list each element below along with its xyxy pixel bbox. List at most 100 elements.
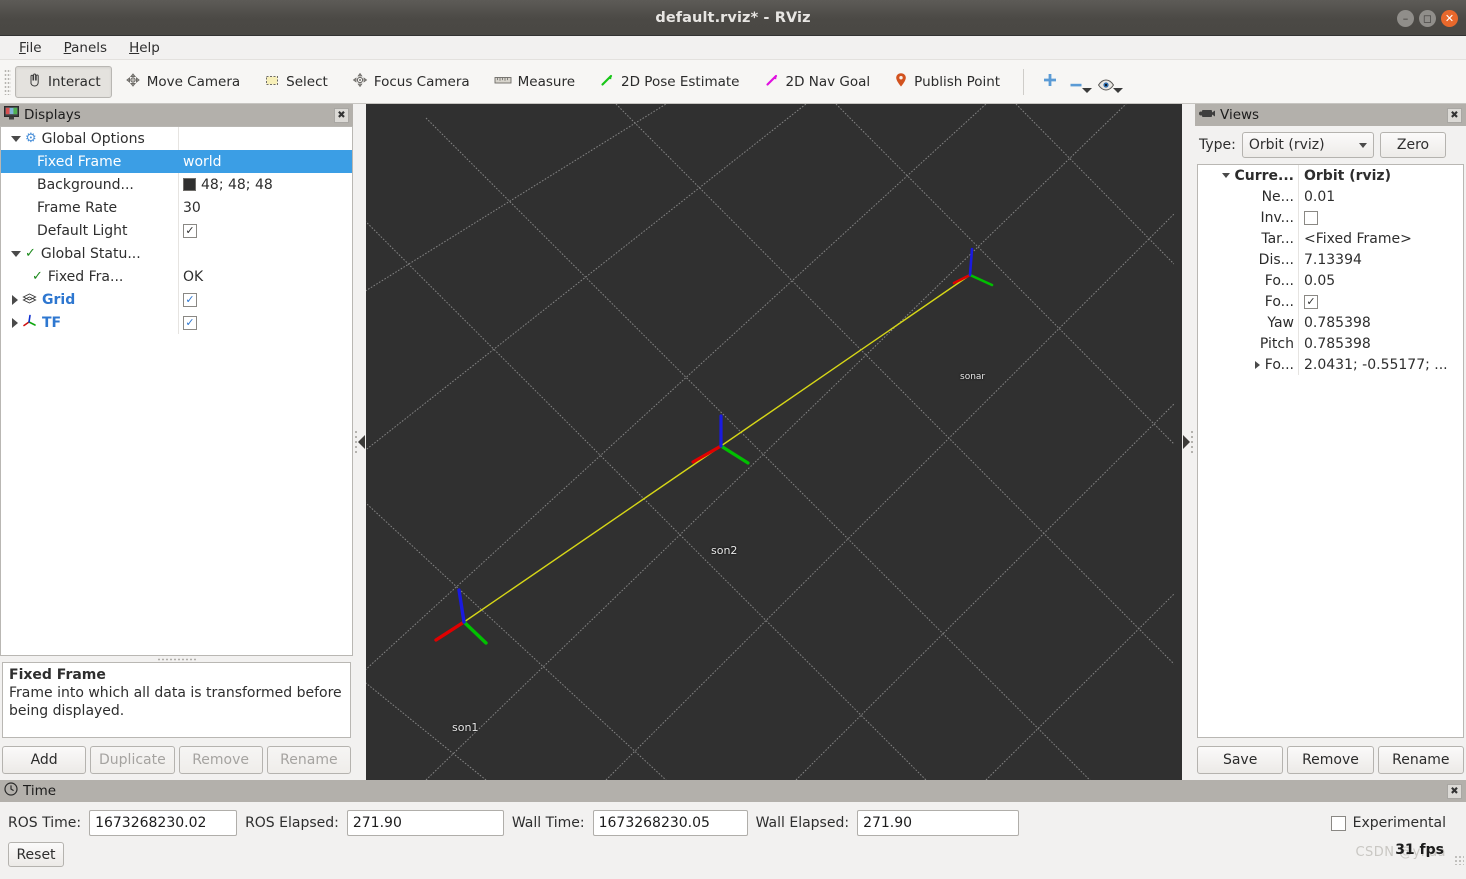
reset-button[interactable]: Reset: [8, 842, 64, 867]
tree-value-fixed-frame[interactable]: world: [178, 150, 352, 173]
close-button[interactable]: ✕: [1441, 9, 1458, 27]
move-camera-icon: [125, 72, 141, 92]
views-row-distance[interactable]: Dis... 7.13394: [1198, 249, 1463, 270]
views-value-focal-shape-size[interactable]: 0.05: [1298, 270, 1463, 291]
views-label-yaw: Yaw: [1267, 314, 1294, 331]
add-display-button[interactable]: Add: [2, 746, 87, 774]
toolbar-drag-grip[interactable]: [4, 68, 11, 95]
tree-row-global-options[interactable]: ⚙ Global Options: [1, 127, 352, 150]
tool-2d-nav-goal[interactable]: 2D Nav Goal: [753, 66, 882, 98]
tree-row-fixed-frame[interactable]: Fixed Frame world: [1, 150, 352, 173]
views-row-focal-shape-fixed[interactable]: Fo... ✓: [1198, 291, 1463, 312]
menu-panels[interactable]: Panels: [55, 38, 116, 58]
minimize-button[interactable]: –: [1397, 9, 1414, 27]
ros-elapsed-input[interactable]: 271.90: [346, 810, 504, 836]
menu-file[interactable]: File: [10, 38, 51, 58]
tree-label-background-color: Background...: [37, 176, 134, 193]
tree-label-tf: TF: [42, 314, 62, 331]
displays-collapse-handle[interactable]: [353, 104, 366, 780]
views-property-tree[interactable]: Curre... Orbit (rviz) Ne... 0.01 Inv... …: [1197, 164, 1464, 738]
tree-row-global-status[interactable]: ✓ Global Statu...: [1, 242, 352, 265]
views-row-focal-shape-size[interactable]: Fo... 0.05: [1198, 270, 1463, 291]
time-close-icon[interactable]: ✖: [1447, 783, 1462, 799]
chevron-down-icon[interactable]: [11, 250, 21, 257]
ros-elapsed-label: ROS Elapsed:: [245, 815, 339, 831]
views-type-row: Type: Orbit (rviz) Zero: [1195, 126, 1466, 164]
save-view-button[interactable]: Save: [1197, 746, 1284, 774]
grid-enabled-checkbox[interactable]: ✓: [183, 292, 197, 307]
views-value-yaw[interactable]: 0.785398: [1298, 312, 1463, 333]
displays-tree[interactable]: ⚙ Global Options Fixed Frame world Backg…: [0, 126, 353, 656]
views-value-focal-point[interactable]: 2.0431; -0.55177; ...: [1298, 354, 1463, 375]
tree-row-tf[interactable]: TF ✓: [1, 311, 352, 334]
invert-z-checkbox[interactable]: [1304, 210, 1318, 225]
menu-help[interactable]: Help: [120, 38, 169, 58]
view-type-select[interactable]: Orbit (rviz): [1241, 132, 1374, 158]
tool-measure[interactable]: Measure: [483, 66, 586, 98]
green-check-icon: ✓: [32, 269, 43, 284]
chevron-right-icon[interactable]: [1254, 360, 1260, 369]
chevron-down-icon[interactable]: [11, 135, 21, 142]
close-icon: ✕: [1444, 11, 1455, 25]
views-value-near-clip[interactable]: 0.01: [1298, 186, 1463, 207]
views-panel-header: Views ✖: [1195, 104, 1466, 126]
remove-tool-button[interactable]: [1066, 67, 1094, 97]
tree-label-fixed-frame: Fixed Frame: [37, 153, 122, 170]
tool-select[interactable]: Select: [253, 66, 339, 98]
tree-value-background-color[interactable]: 48; 48; 48: [178, 173, 352, 196]
tf-enabled-checkbox[interactable]: ✓: [183, 315, 197, 330]
views-row-current-view[interactable]: Curre... Orbit (rviz): [1198, 165, 1463, 186]
gear-icon: ⚙: [25, 131, 37, 146]
chevron-right-icon[interactable]: [12, 317, 18, 328]
tree-row-grid[interactable]: Grid ✓: [1, 288, 352, 311]
default-light-checkbox[interactable]: ✓: [183, 223, 197, 238]
experimental-toggle[interactable]: Experimental: [1330, 815, 1458, 831]
views-value-target-frame[interactable]: <Fixed Frame>: [1298, 228, 1463, 249]
experimental-checkbox[interactable]: [1330, 815, 1346, 831]
chevron-right-icon[interactable]: [12, 294, 18, 305]
views-row-pitch[interactable]: Pitch 0.785398: [1198, 333, 1463, 354]
menu-panels-label: anels: [71, 39, 108, 56]
views-label-focal-point-text: Fo...: [1264, 356, 1294, 373]
views-value-focal-shape-fixed: ✓: [1298, 291, 1463, 312]
tool-2d-pose-estimate[interactable]: 2D Pose Estimate: [588, 66, 750, 98]
views-row-invert-z[interactable]: Inv...: [1198, 207, 1463, 228]
wall-elapsed-input[interactable]: 271.90: [857, 810, 1020, 836]
views-value-invert-z: [1298, 207, 1463, 228]
tool-focus-camera[interactable]: Focus Camera: [341, 66, 481, 98]
views-close-icon[interactable]: ✖: [1447, 107, 1462, 123]
tool-publish-point[interactable]: Publish Point: [883, 66, 1011, 98]
ros-time-input[interactable]: 1673268230.02: [89, 810, 238, 836]
views-value-distance[interactable]: 7.13394: [1298, 249, 1463, 270]
resize-grip-icon[interactable]: [1454, 855, 1464, 865]
tree-row-frame-rate[interactable]: Frame Rate 30: [1, 196, 352, 219]
rename-view-button[interactable]: Rename: [1377, 746, 1464, 774]
add-tool-button[interactable]: [1036, 67, 1064, 97]
focal-shape-fixed-checkbox[interactable]: ✓: [1304, 294, 1318, 309]
wall-time-input[interactable]: 1673268230.05: [592, 810, 748, 836]
visibility-button[interactable]: [1096, 67, 1124, 97]
time-panel-title: Time: [23, 783, 57, 799]
tool-interact[interactable]: Interact: [15, 65, 112, 98]
views-row-target-frame[interactable]: Tar... <Fixed Frame>: [1198, 228, 1463, 249]
tree-row-default-light[interactable]: Default Light ✓: [1, 219, 352, 242]
views-value-pitch[interactable]: 0.785398: [1298, 333, 1463, 354]
tree-value-frame-rate[interactable]: 30: [178, 196, 352, 219]
monitor-icon: [4, 106, 19, 124]
tree-row-background-color[interactable]: Background... 48; 48; 48: [1, 173, 352, 196]
views-row-yaw[interactable]: Yaw 0.785398: [1198, 312, 1463, 333]
displays-close-icon[interactable]: ✖: [334, 107, 349, 123]
tool-move-camera[interactable]: Move Camera: [114, 66, 251, 98]
zero-view-button[interactable]: Zero: [1379, 132, 1447, 158]
chevron-down-icon: [1113, 87, 1124, 93]
displays-button-row: Add Duplicate Remove Rename: [0, 738, 353, 780]
remove-view-button[interactable]: Remove: [1287, 746, 1374, 774]
views-row-near-clip[interactable]: Ne... 0.01: [1198, 186, 1463, 207]
tree-label-global-options: Global Options: [41, 130, 145, 147]
maximize-button[interactable]: ◻: [1419, 9, 1436, 27]
views-collapse-handle[interactable]: [1182, 104, 1195, 780]
views-row-focal-point[interactable]: Fo... 2.0431; -0.55177; ...: [1198, 354, 1463, 375]
tree-row-fixed-frame-status[interactable]: ✓ Fixed Fra... OK: [1, 265, 352, 288]
render-viewport-3d[interactable]: son1 son2 sonar: [366, 104, 1182, 780]
chevron-down-icon[interactable]: [1221, 173, 1230, 178]
